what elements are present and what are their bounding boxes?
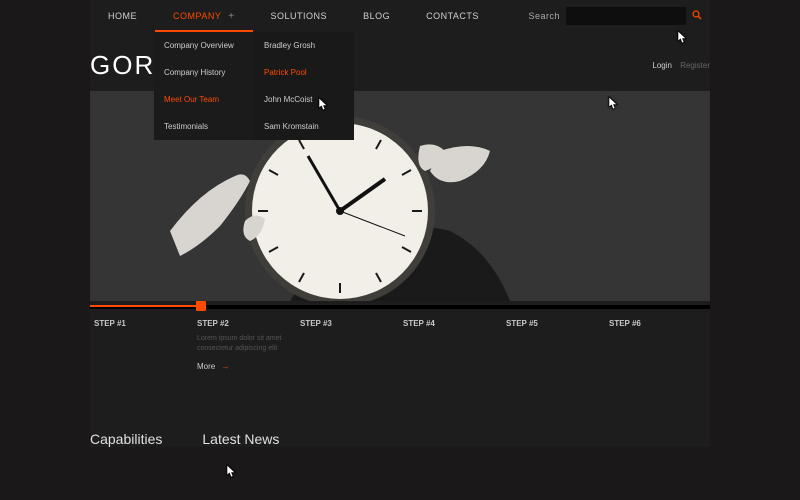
team-item-bradley[interactable]: Bradley Grosh	[254, 32, 354, 59]
step-handle[interactable]	[196, 301, 206, 311]
nav-blog[interactable]: BLOG	[345, 0, 408, 32]
heading-capabilities: Capabilities	[90, 431, 162, 447]
bottom-section: Capabilities Latest News	[90, 419, 710, 447]
login-link[interactable]: Login	[652, 61, 672, 70]
dropdown-item-testimonials[interactable]: Testimonials	[154, 113, 254, 140]
team-dropdown: Bradley Grosh Patrick Pool John McCoist …	[254, 32, 354, 140]
register-link[interactable]: Register	[680, 61, 710, 70]
team-item-sam[interactable]: Sam Kromstain	[254, 113, 354, 140]
arrow-right-icon: →	[221, 362, 229, 371]
top-nav: HOME COMPANY + SOLUTIONS BLOG CONTACTS S…	[90, 0, 710, 32]
nav-solutions[interactable]: SOLUTIONS	[253, 0, 346, 32]
step-title: STEP #3	[300, 319, 395, 328]
team-item-john[interactable]: John McCoist	[254, 86, 354, 113]
step-title: STEP #6	[609, 319, 704, 328]
dropdown-item-overview[interactable]: Company Overview	[154, 32, 254, 59]
step-3[interactable]: STEP #3	[296, 319, 399, 419]
step-4[interactable]: STEP #4	[399, 319, 502, 419]
search: Search	[528, 7, 710, 25]
team-item-patrick[interactable]: Patrick Pool	[254, 59, 354, 86]
company-dropdown: Company Overview Company History Meet Ou…	[154, 32, 254, 140]
more-label: More	[197, 362, 215, 371]
step-progress	[90, 305, 200, 307]
search-input[interactable]	[566, 7, 686, 25]
step-title: STEP #5	[506, 319, 601, 328]
step-5[interactable]: STEP #5	[502, 319, 605, 419]
heading-latest-news: Latest News	[202, 431, 279, 447]
step-1[interactable]: STEP #1	[90, 319, 193, 419]
plus-icon: +	[228, 11, 234, 22]
step-title: STEP #2	[197, 319, 292, 328]
step-body: Lorem ipsum dolor sit amet consectetur a…	[197, 334, 292, 354]
nav-company[interactable]: COMPANY +	[155, 0, 253, 32]
step-more-link[interactable]: More →	[197, 362, 292, 371]
nav-company-label: COMPANY	[173, 11, 221, 21]
step-2[interactable]: STEP #2 Lorem ipsum dolor sit amet conse…	[193, 319, 296, 419]
step-title: STEP #1	[94, 319, 189, 328]
nav-home[interactable]: HOME	[90, 0, 155, 32]
auth-links: Login Register	[652, 61, 710, 70]
brand-logo[interactable]: GOR	[90, 50, 155, 81]
cursor-icon	[223, 464, 237, 485]
search-label: Search	[528, 11, 560, 21]
steps-row: STEP #1 STEP #2 Lorem ipsum dolor sit am…	[90, 309, 710, 419]
dropdown-item-history[interactable]: Company History	[154, 59, 254, 86]
step-track[interactable]	[90, 305, 710, 309]
step-title: STEP #4	[403, 319, 498, 328]
search-icon[interactable]	[692, 10, 702, 23]
dropdown-item-team[interactable]: Meet Our Team	[154, 86, 254, 113]
step-6[interactable]: STEP #6	[605, 319, 708, 419]
nav-contacts[interactable]: CONTACTS	[408, 0, 497, 32]
